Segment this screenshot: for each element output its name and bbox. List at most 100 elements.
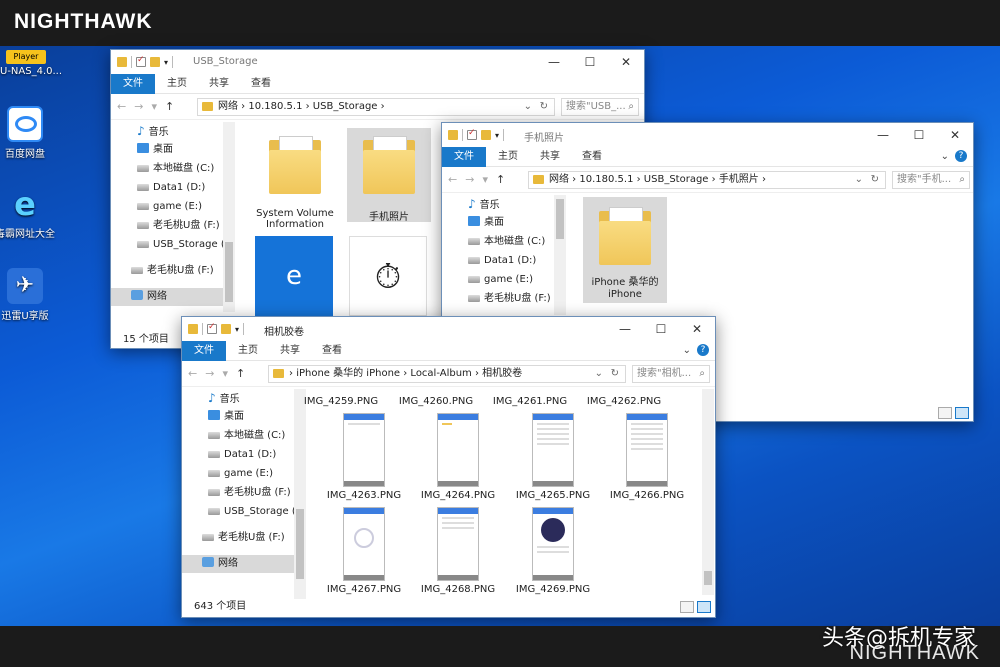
desktop-icon-baidu[interactable]: 百度网盘	[0, 106, 58, 160]
address-bar[interactable]: 网络 › 10.180.5.1 › USB_Storage › 手机照片 › ⌄…	[528, 171, 886, 189]
chevron-down-icon[interactable]: ⌄	[524, 99, 532, 115]
image-thumbnail[interactable]	[532, 413, 574, 487]
image-item-4261[interactable]: IMG_4261.PNG	[485, 396, 575, 407]
breadcrumb-item[interactable]: 10.180.5.1	[248, 101, 302, 112]
title-bar[interactable]: ▾ USB_Storage —☐✕	[111, 50, 644, 74]
nas-shortcut-label[interactable]: U-NAS_4.0...	[0, 66, 62, 77]
desktop-icon-xunlei[interactable]: ✈ 迅雷U享版	[0, 268, 58, 322]
up-icon[interactable]: ↑	[165, 100, 174, 113]
nav-item-game[interactable]: game (E:)	[468, 271, 533, 289]
image-item-4260[interactable]: IMG_4260.PNG	[391, 396, 481, 407]
forward-icon[interactable]: →	[134, 100, 143, 113]
nav-item-desktop[interactable]: 桌面	[468, 214, 504, 232]
details-view-icon[interactable]	[938, 407, 952, 419]
nav-item-usb-f-root[interactable]: 老毛桃U盘 (F:)	[131, 262, 214, 280]
maximize-button[interactable]: ☐	[572, 50, 608, 74]
image-thumbnail[interactable]	[532, 507, 574, 581]
edge-app-icon[interactable]: e	[255, 236, 333, 316]
nav-item-music[interactable]: ♪ 音乐	[137, 122, 169, 140]
nav-item-local-c[interactable]: 本地磁盘 (C:)	[137, 160, 214, 178]
breadcrumb-item[interactable]: USB_Storage	[644, 174, 709, 185]
refresh-icon[interactable]: ↻	[871, 172, 879, 188]
help-icon[interactable]: ?	[955, 150, 967, 162]
content-scrollbar[interactable]	[702, 389, 714, 595]
nav-scrollbar[interactable]	[554, 195, 566, 315]
breadcrumb-item[interactable]: USB_Storage	[313, 101, 378, 112]
nav-scrollbar[interactable]	[223, 122, 235, 312]
dropdown-icon[interactable]: ▾	[235, 325, 239, 334]
forward-icon[interactable]: →	[205, 367, 214, 380]
breadcrumb-item[interactable]: 手机照片	[719, 174, 759, 185]
nav-item-usb-storage[interactable]: USB_Storage (\\	[208, 503, 294, 521]
nav-item-usb-f[interactable]: 老毛桃U盘 (F:)	[208, 484, 291, 502]
nav-item-usb-f-root[interactable]: 老毛桃U盘 (F:)	[202, 529, 285, 547]
nav-item-desktop[interactable]: 桌面	[137, 141, 173, 159]
nav-item-network[interactable]: 网络	[111, 288, 223, 306]
explorer-window-camera-roll[interactable]: ▾ 相机胶卷 —☐✕ 文件 主页 共享 查看 ⌄? ← → ▾ ↑ › iPhone …	[181, 316, 716, 618]
breadcrumb-item[interactable]: 相机胶卷	[482, 368, 522, 379]
nav-item-music[interactable]: ♪ 音乐	[208, 389, 240, 407]
nav-item-usb-f[interactable]: 老毛桃U盘 (F:)	[137, 217, 220, 235]
desktop-icon-ie[interactable]: e 毒霸网址大全	[0, 186, 58, 240]
address-bar[interactable]: › iPhone 桑华的 iPhone › Local-Album › 相机胶卷…	[268, 365, 626, 383]
recent-icon[interactable]: ▾	[482, 173, 488, 186]
nav-item-usb-f[interactable]: 老毛桃U盘 (F:)	[468, 290, 551, 308]
chevron-down-icon[interactable]: ⌄	[683, 345, 691, 356]
file-item-system-volume[interactable]: System Volume Information	[256, 134, 334, 234]
new-folder-icon[interactable]	[150, 57, 160, 67]
properties-icon[interactable]	[207, 322, 217, 334]
tab-share[interactable]: 共享	[209, 74, 229, 94]
breadcrumb-item[interactable]: 10.180.5.1	[579, 174, 633, 185]
image-thumbnail[interactable]	[437, 413, 479, 487]
nav-item-local-c[interactable]: 本地磁盘 (C:)	[468, 233, 545, 251]
image-thumbnail[interactable]	[343, 507, 385, 581]
dropdown-icon[interactable]: ▾	[495, 131, 499, 140]
tab-file[interactable]: 文件	[111, 74, 155, 94]
folder-item-iphone[interactable]: iPhone 桑华的 iPhone	[583, 197, 667, 303]
nav-item-game[interactable]: game (E:)	[137, 198, 202, 216]
minimize-button[interactable]: —	[865, 123, 901, 147]
title-bar[interactable]: ▾ 手机照片 —☐✕	[442, 123, 973, 147]
large-icons-view-icon[interactable]	[697, 601, 711, 613]
up-icon[interactable]: ↑	[236, 367, 245, 380]
maximize-button[interactable]: ☐	[901, 123, 937, 147]
image-item-4263[interactable]: IMG_4263.PNG	[319, 490, 409, 501]
breadcrumb-item[interactable]: 网络	[549, 174, 569, 185]
nav-scrollbar[interactable]	[294, 389, 306, 599]
recent-icon[interactable]: ▾	[151, 100, 157, 113]
recent-icon[interactable]: ▾	[222, 367, 228, 380]
image-item-4267[interactable]: IMG_4267.PNG	[319, 584, 409, 595]
nav-item-game[interactable]: game (E:)	[208, 465, 273, 483]
tab-home[interactable]: 主页	[238, 341, 258, 361]
close-button[interactable]: ✕	[608, 50, 644, 74]
search-input[interactable]: 搜索"手机... ⌕	[892, 171, 970, 189]
minimize-button[interactable]: —	[536, 50, 572, 74]
chevron-down-icon[interactable]: ⌄	[595, 366, 603, 382]
breadcrumb-item[interactable]: 网络	[218, 101, 238, 112]
nav-item-network[interactable]: 网络	[182, 555, 294, 573]
image-thumbnail[interactable]	[437, 507, 479, 581]
back-icon[interactable]: ←	[188, 367, 197, 380]
image-thumbnail[interactable]	[343, 413, 385, 487]
file-item-phone-photos[interactable]: 手机照片	[347, 128, 431, 223]
tab-view[interactable]: 查看	[251, 74, 271, 94]
help-icon[interactable]: ?	[697, 344, 709, 356]
tab-share[interactable]: 共享	[540, 147, 560, 167]
close-button[interactable]: ✕	[679, 317, 715, 341]
image-item-4262[interactable]: IMG_4262.PNG	[579, 396, 669, 407]
stopwatch-app-icon[interactable]: ⏱	[349, 236, 427, 316]
tab-share[interactable]: 共享	[280, 341, 300, 361]
nav-item-music[interactable]: ♪ 音乐	[468, 195, 500, 213]
properties-icon[interactable]	[136, 55, 146, 67]
tab-view[interactable]: 查看	[582, 147, 602, 167]
new-folder-icon[interactable]	[481, 130, 491, 140]
back-icon[interactable]: ←	[448, 173, 457, 186]
breadcrumb-item[interactable]: Local-Album	[410, 368, 471, 379]
image-item-4269[interactable]: IMG_4269.PNG	[508, 584, 598, 595]
maximize-button[interactable]: ☐	[643, 317, 679, 341]
tab-home[interactable]: 主页	[167, 74, 187, 94]
tab-file[interactable]: 文件	[442, 147, 486, 167]
image-item-4265[interactable]: IMG_4265.PNG	[508, 490, 598, 501]
tab-home[interactable]: 主页	[498, 147, 518, 167]
refresh-icon[interactable]: ↻	[611, 366, 619, 382]
